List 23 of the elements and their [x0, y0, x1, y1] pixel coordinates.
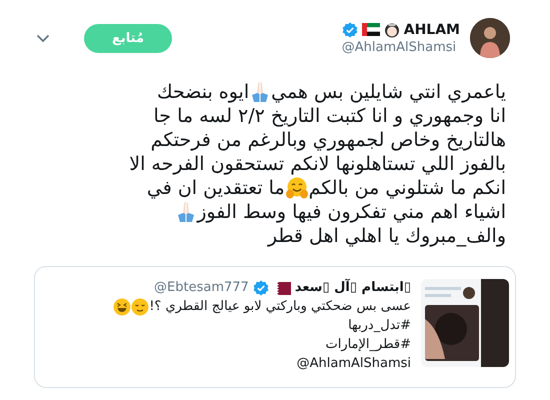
chevron-down-icon[interactable] — [36, 34, 50, 42]
woman-emoji-icon — [384, 22, 400, 38]
quoted-text-line: عسى بس ضحكتي وباركتي لابو عيالج القطري ؟! — [113, 298, 411, 316]
tweet-text-line: انا وجمهوري و انا كتبت التاريخ ٢/٢ لسه ما جا — [154, 104, 506, 128]
tweet-text-line: اشياء اهم مني تفكرون فيها وسط الفوز — [175, 200, 506, 224]
tweet-text-line: هالتاريخ وخاص لجمهوري وبالرغم من فرحتكم — [150, 128, 506, 152]
smiling-face-icon — [131, 298, 150, 316]
tweet-text-line: ياعمري انتي شايلين بس همي ايوه بنضحك — [156, 80, 506, 104]
tweet-text-line: انكم ما شتلوني من بالكم ما تعتقدين ان في — [146, 176, 506, 200]
quoted-user-handle: @Ebtesam777 — [154, 279, 249, 297]
quoted-text-line: #قطر_الإمارات — [325, 336, 411, 354]
quoted-text-line: @AhlamAlShamsi — [296, 355, 411, 373]
tweet-text-line: والف_مبروك يا اهلي اهل قطر — [268, 224, 506, 248]
hugging-face-icon — [284, 177, 309, 199]
tweet-text-line: بالفوز اللي تستاهلونها لانكم تستحقون الفرحه الا — [129, 152, 506, 176]
grinning-face-icon — [113, 298, 132, 316]
flag-icon — [362, 23, 380, 36]
user-name: AHLAM — [404, 22, 460, 38]
avatar[interactable] — [470, 18, 510, 58]
flag-icon — [272, 282, 291, 294]
user-handle[interactable]: @AhlamAlShamsi — [342, 40, 460, 54]
quoted-text-line: #تدل_دربها — [348, 317, 411, 335]
quoted-user-name: ▯ابتسام ▯آل ▯سعد — [294, 279, 411, 297]
